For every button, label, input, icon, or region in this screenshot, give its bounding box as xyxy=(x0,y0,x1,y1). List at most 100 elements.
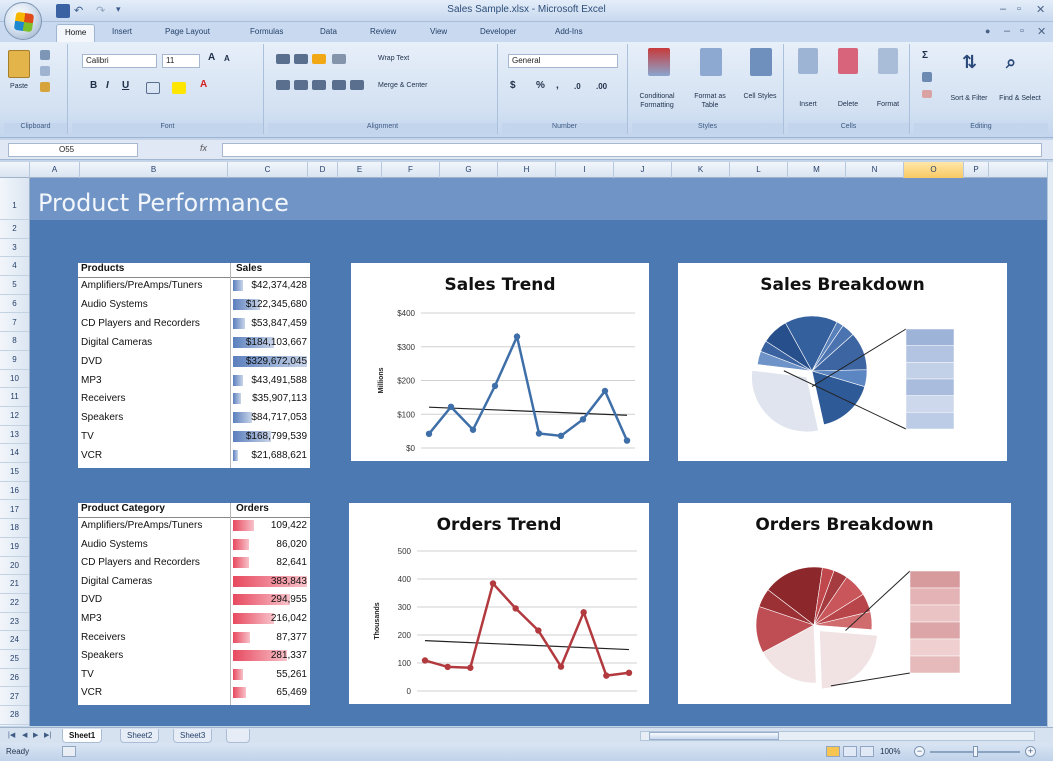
column-header[interactable]: M xyxy=(788,162,846,178)
italic-icon[interactable]: I xyxy=(106,80,109,91)
column-header[interactable]: D xyxy=(308,162,338,178)
row-header[interactable]: 23 xyxy=(0,613,29,632)
clear-icon[interactable] xyxy=(922,90,932,98)
tab-view[interactable]: View xyxy=(430,27,447,36)
page-break-view-icon[interactable] xyxy=(860,746,874,757)
column-header[interactable]: F xyxy=(382,162,440,178)
table-row[interactable]: TV $168,799,539 xyxy=(78,430,310,443)
font-size-field[interactable]: 11 xyxy=(162,54,200,68)
normal-view-icon[interactable] xyxy=(826,746,840,757)
column-header[interactable]: A xyxy=(30,162,80,178)
tab-add-ins[interactable]: Add-Ins xyxy=(555,27,583,36)
format-cells-icon[interactable] xyxy=(878,48,898,74)
row-header[interactable]: 6 xyxy=(0,295,29,314)
underline-icon[interactable]: U xyxy=(122,80,129,91)
table-row[interactable]: Speakers 281,337 xyxy=(78,649,310,662)
row-header[interactable]: 4 xyxy=(0,257,29,277)
close-icon[interactable]: ✕ xyxy=(1036,3,1045,16)
format-as-table-icon[interactable] xyxy=(700,48,722,76)
table-row[interactable]: DVD $329,672,045 xyxy=(78,355,310,368)
column-header[interactable]: O xyxy=(904,162,964,178)
orders-trend-chart[interactable]: Orders Trend 0 100 200 300 400 500 Thousands xyxy=(349,503,649,704)
row-header[interactable]: 22 xyxy=(0,594,29,613)
bold-icon[interactable]: B xyxy=(90,80,97,91)
table-row[interactable]: DVD 294,955 xyxy=(78,593,310,606)
delete-button[interactable]: Delete xyxy=(830,100,866,109)
scroll-thumb[interactable] xyxy=(649,732,779,740)
middle-align-icon[interactable] xyxy=(294,54,308,64)
function-icon[interactable]: fx xyxy=(200,143,207,153)
insert-button[interactable]: Insert xyxy=(790,100,826,109)
format-button[interactable]: Format xyxy=(870,100,906,109)
prev-sheet-icon[interactable]: ◀ xyxy=(22,731,27,739)
column-header[interactable]: N xyxy=(846,162,904,178)
table-row[interactable]: Amplifiers/PreAmps/Tuners 109,422 xyxy=(78,519,310,532)
row-header[interactable]: 24 xyxy=(0,631,29,651)
table-row[interactable]: CD Players and Recorders $53,847,459 xyxy=(78,317,310,330)
paste-icon[interactable] xyxy=(8,50,30,78)
sales-trend-chart[interactable]: Sales Trend $0 $100 $200 $300 $400 Millions xyxy=(351,263,649,461)
find-select-button[interactable]: Find & Select xyxy=(998,94,1042,103)
column-header[interactable]: J xyxy=(614,162,672,178)
row-header[interactable]: 14 xyxy=(0,444,29,464)
sort-filter-button[interactable]: Sort & Filter xyxy=(944,94,994,103)
workbook-minimize-icon[interactable]: – xyxy=(1004,25,1010,37)
row-header[interactable]: 26 xyxy=(0,669,29,688)
percent-icon[interactable]: % xyxy=(536,80,545,91)
decrease-decimal-icon[interactable]: .00 xyxy=(596,82,607,91)
shrink-font-icon[interactable]: A xyxy=(224,54,230,63)
table-row[interactable]: MP3 $43,491,588 xyxy=(78,374,310,387)
zoom-level[interactable]: 100% xyxy=(880,747,900,756)
formula-input[interactable] xyxy=(222,143,1042,157)
zoom-in-icon[interactable]: + xyxy=(1025,746,1036,757)
cut-icon[interactable] xyxy=(40,50,50,60)
orders-breakdown-chart[interactable]: Orders Breakdown xyxy=(678,503,1011,704)
row-header[interactable]: 11 xyxy=(0,388,29,407)
row-header[interactable]: 20 xyxy=(0,557,29,576)
tab-home[interactable]: Home xyxy=(56,24,96,42)
next-sheet-icon[interactable]: ▶ xyxy=(33,731,38,739)
row-header[interactable]: 2 xyxy=(0,220,29,239)
workbook-restore-icon[interactable]: ▫ xyxy=(1020,25,1024,37)
decrease-indent-icon[interactable] xyxy=(332,80,346,90)
tab-sheet2[interactable]: Sheet2 xyxy=(120,729,160,743)
column-header[interactable]: I xyxy=(556,162,614,178)
name-box[interactable]: O55 xyxy=(8,143,138,157)
row-header[interactable]: 3 xyxy=(0,239,29,258)
orientation-icon[interactable] xyxy=(332,54,346,64)
font-color-icon[interactable]: A xyxy=(200,79,207,90)
sales-breakdown-chart[interactable]: Sales Breakdown xyxy=(678,263,1007,461)
comma-icon[interactable]: , xyxy=(556,80,559,91)
page-layout-view-icon[interactable] xyxy=(843,746,857,757)
help-icon[interactable]: ● xyxy=(985,26,990,36)
row-header[interactable]: 12 xyxy=(0,407,29,426)
column-header[interactable]: H xyxy=(498,162,556,178)
table-row[interactable]: Receivers 87,377 xyxy=(78,631,310,644)
vertical-scrollbar[interactable] xyxy=(1047,162,1053,727)
row-header[interactable]: 17 xyxy=(0,501,29,520)
row-header[interactable]: 7 xyxy=(0,314,29,333)
row-header[interactable]: 16 xyxy=(0,482,29,501)
align-right-icon[interactable] xyxy=(312,80,326,90)
column-header[interactable]: G xyxy=(440,162,498,178)
table-row[interactable]: VCR 65,469 xyxy=(78,686,310,699)
delete-cells-icon[interactable] xyxy=(838,48,858,74)
column-header[interactable]: B xyxy=(80,162,228,178)
fill-icon[interactable] xyxy=(922,72,932,82)
tab-data[interactable]: Data xyxy=(320,27,337,36)
top-align-icon[interactable] xyxy=(276,54,290,64)
table-row[interactable]: CD Players and Recorders 82,641 xyxy=(78,556,310,569)
table-row[interactable]: Audio Systems 86,020 xyxy=(78,538,310,551)
format-painter-icon[interactable] xyxy=(40,82,50,92)
fill-color-icon[interactable] xyxy=(172,82,186,94)
tab-insert[interactable]: Insert xyxy=(112,27,132,36)
row-header[interactable]: 10 xyxy=(0,370,29,389)
increase-indent-icon[interactable] xyxy=(350,80,364,90)
insert-sheet-icon[interactable] xyxy=(226,729,250,743)
table-row[interactable]: Speakers $84,717,053 xyxy=(78,411,310,424)
table-row[interactable]: Audio Systems $122,345,680 xyxy=(78,298,310,311)
align-left-icon[interactable] xyxy=(276,80,290,90)
row-header[interactable]: 19 xyxy=(0,538,29,557)
worksheet[interactable]: Product Performance Products Sales Amplifi… xyxy=(30,178,1047,726)
column-header[interactable]: E xyxy=(338,162,382,178)
